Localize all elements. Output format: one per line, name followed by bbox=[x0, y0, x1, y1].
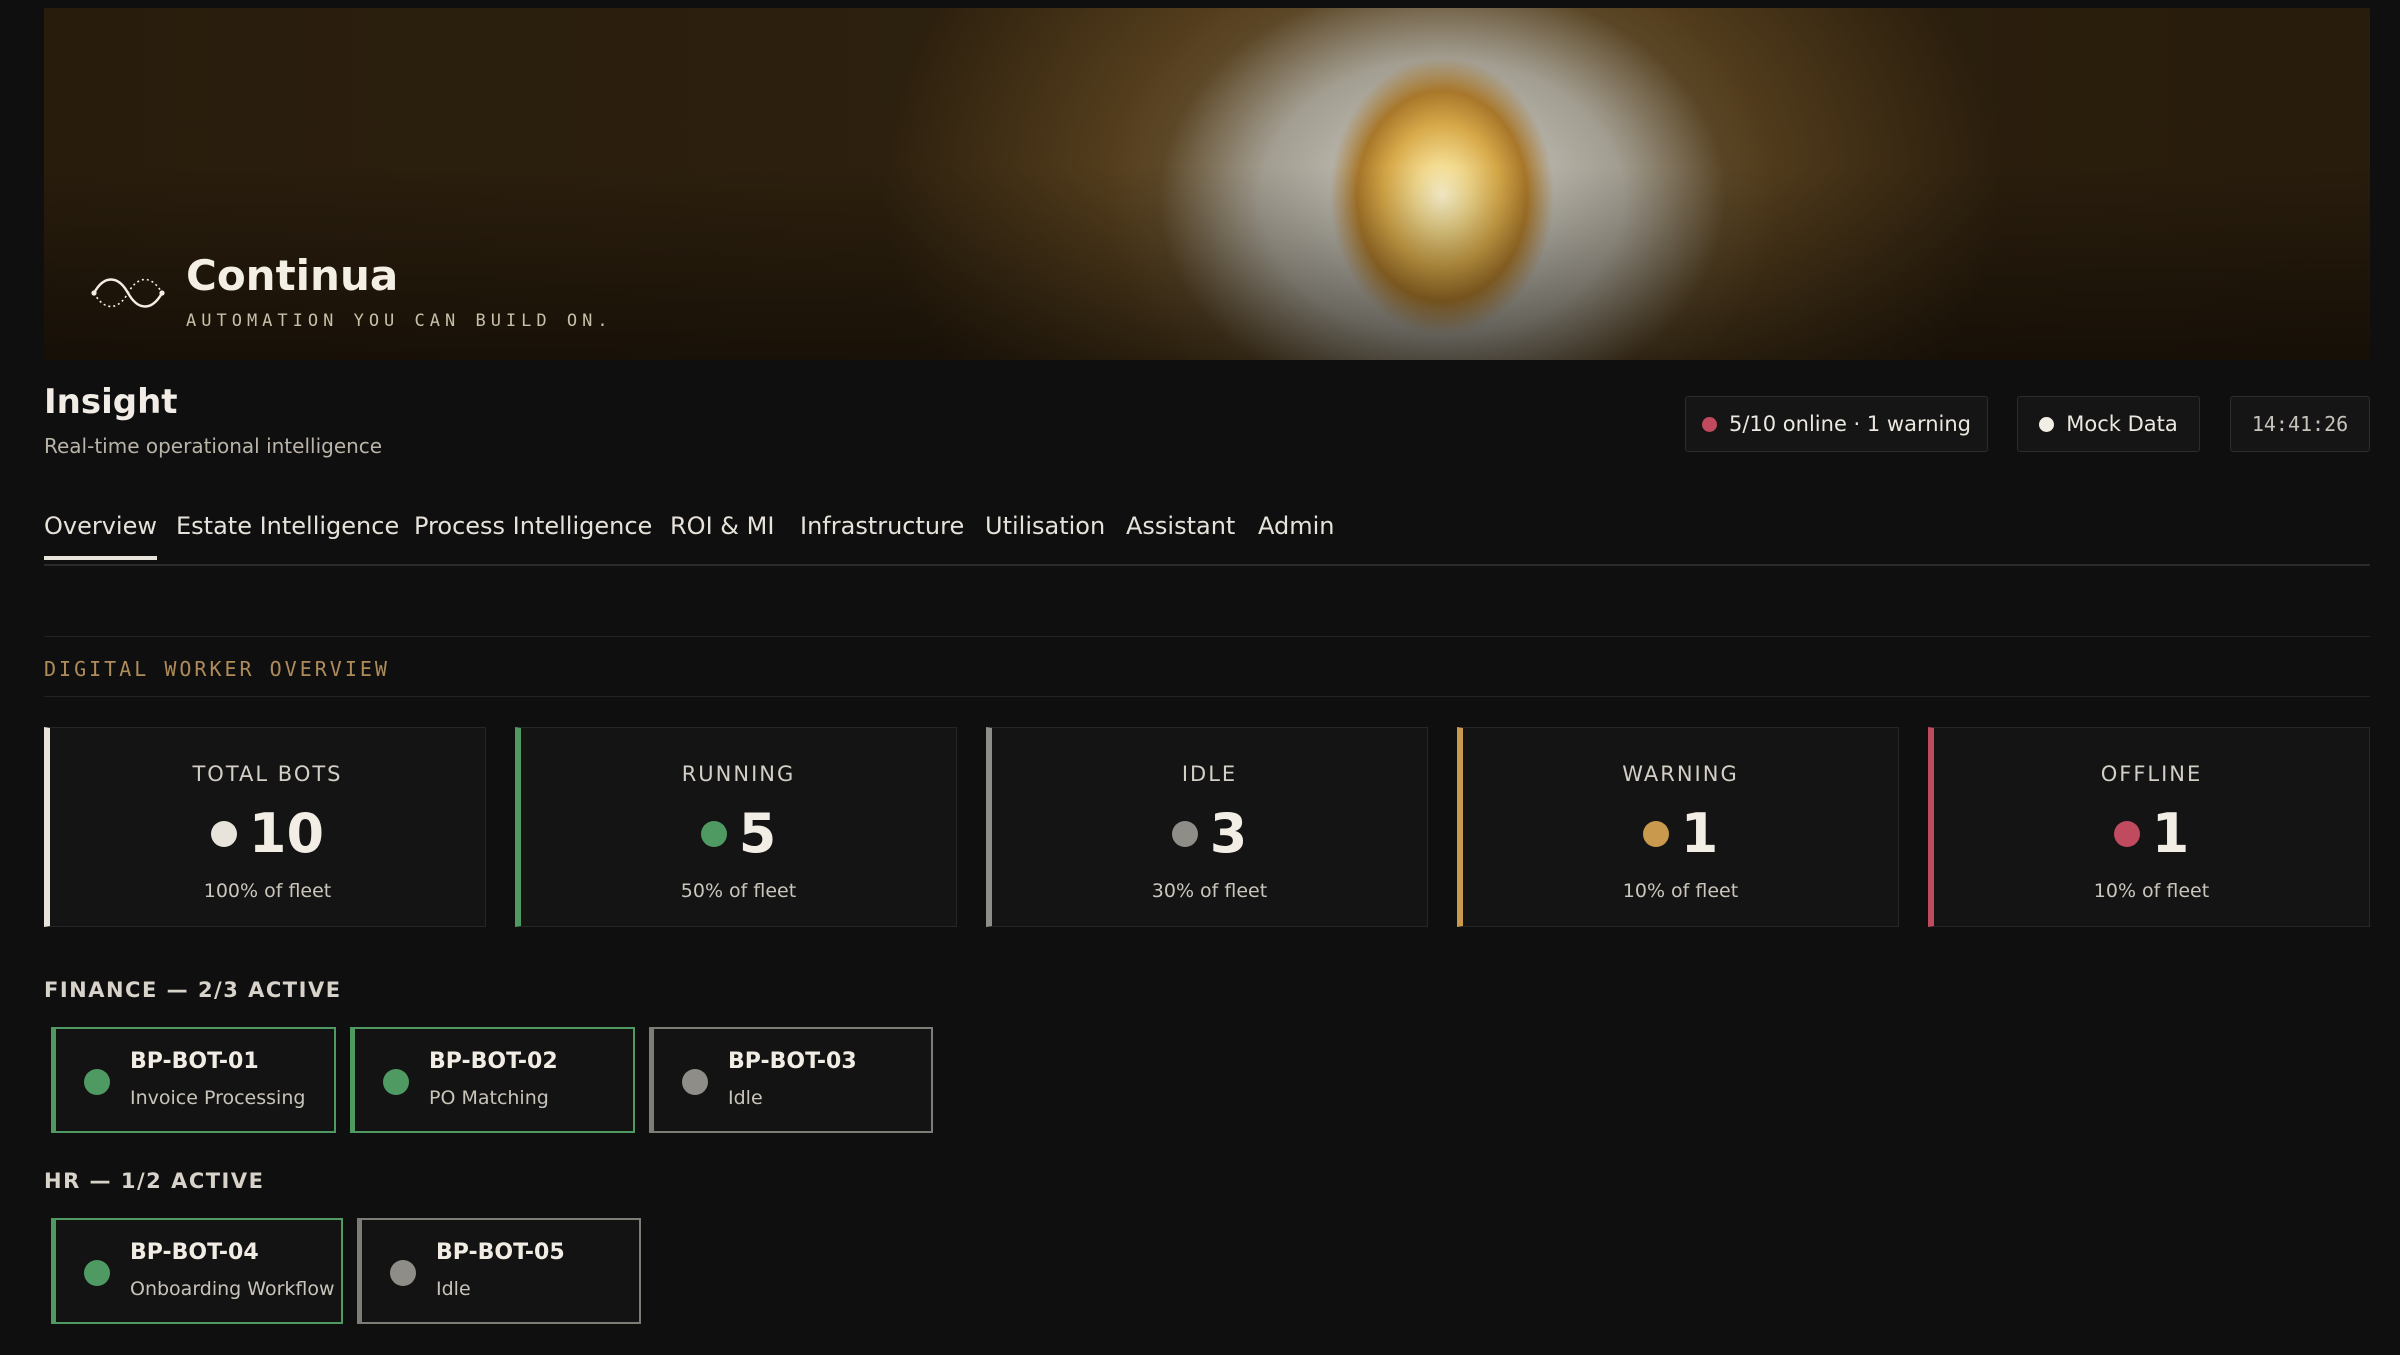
bot-card[interactable]: BP-BOT-02 PO Matching bbox=[350, 1027, 635, 1133]
stat-label: WARNING bbox=[1622, 762, 1739, 786]
tab-utilisation[interactable]: Utilisation bbox=[985, 512, 1105, 556]
bot-task: PO Matching bbox=[429, 1087, 549, 1109]
bot-status-dot-icon bbox=[390, 1260, 416, 1286]
fleet-status-text: 5/10 online · 1 warning bbox=[1728, 412, 1972, 436]
bot-name: BP-BOT-03 bbox=[728, 1049, 857, 1074]
stat-share: 30% of fleet bbox=[1151, 880, 1268, 902]
brand-text: Continua AUTOMATION YOU CAN BUILD ON. bbox=[186, 251, 613, 332]
bot-status-dot-icon bbox=[84, 1069, 110, 1095]
section-divider bbox=[44, 636, 2370, 637]
bot-card[interactable]: BP-BOT-03 Idle bbox=[649, 1027, 933, 1133]
stat-card-warning: WARNING 1 10% of fleet bbox=[1457, 727, 1899, 927]
tab-infrastructure[interactable]: Infrastructure bbox=[800, 512, 964, 556]
stat-value: 3 bbox=[1209, 802, 1248, 865]
tab-estate-intelligence[interactable]: Estate Intelligence bbox=[176, 512, 399, 556]
group-title-finance: FINANCE — 2/3 ACTIVE bbox=[44, 978, 342, 1002]
data-mode-dot-icon bbox=[2039, 416, 2055, 432]
tab-assistant[interactable]: Assistant bbox=[1126, 512, 1235, 556]
bot-card[interactable]: BP-BOT-04 Onboarding Workflow bbox=[51, 1218, 343, 1324]
status-dot-icon bbox=[1642, 821, 1669, 847]
stat-value: 1 bbox=[1680, 802, 1719, 865]
status-dot-icon bbox=[1701, 416, 1717, 432]
status-dot-icon bbox=[2113, 821, 2140, 847]
bot-name: BP-BOT-01 bbox=[130, 1049, 259, 1074]
stat-value: 10 bbox=[248, 802, 325, 865]
brand-tagline: AUTOMATION YOU CAN BUILD ON. bbox=[186, 311, 613, 331]
bot-name: BP-BOT-02 bbox=[429, 1049, 558, 1074]
section-title: DIGITAL WORKER OVERVIEW bbox=[44, 657, 390, 681]
brand-name: Continua bbox=[186, 251, 399, 300]
stat-card-idle: IDLE 3 30% of fleet bbox=[986, 727, 1428, 927]
tab-overview[interactable]: Overview bbox=[44, 512, 157, 560]
tab-admin[interactable]: Admin bbox=[1258, 512, 1335, 556]
bot-task: Idle bbox=[436, 1278, 471, 1300]
brand: Continua AUTOMATION YOU CAN BUILD ON. bbox=[90, 255, 613, 331]
bot-task: Onboarding Workflow bbox=[130, 1278, 335, 1300]
stat-share: 50% of fleet bbox=[680, 880, 797, 902]
stat-value: 1 bbox=[2151, 802, 2190, 865]
stat-label: IDLE bbox=[1181, 762, 1238, 786]
hero-banner: Continua AUTOMATION YOU CAN BUILD ON. bbox=[44, 8, 2370, 360]
stat-label: TOTAL BOTS bbox=[192, 762, 343, 786]
status-dot-icon bbox=[700, 821, 727, 847]
bot-card[interactable]: BP-BOT-05 Idle bbox=[357, 1218, 641, 1324]
page-subtitle: Real-time operational intelligence bbox=[44, 434, 383, 458]
clock-text: 14:41:26 bbox=[2251, 412, 2349, 436]
status-dot-icon bbox=[1171, 821, 1198, 847]
bot-status-dot-icon bbox=[84, 1260, 110, 1286]
stat-label: OFFLINE bbox=[2100, 762, 2203, 786]
main-tabs: Overview Estate Intelligence Process Int… bbox=[44, 504, 2370, 566]
bot-status-dot-icon bbox=[682, 1069, 708, 1095]
tab-process-intelligence[interactable]: Process Intelligence bbox=[414, 512, 652, 556]
bot-status-dot-icon bbox=[383, 1069, 409, 1095]
stat-share: 10% of fleet bbox=[2093, 880, 2210, 902]
bot-name: BP-BOT-04 bbox=[130, 1240, 259, 1265]
stat-card-running: RUNNING 5 50% of fleet bbox=[515, 727, 957, 927]
infinity-wave-icon bbox=[91, 278, 165, 308]
stat-share: 10% of fleet bbox=[1622, 880, 1739, 902]
tab-roi-mi[interactable]: ROI & MI bbox=[670, 512, 774, 556]
stat-card-total-bots: TOTAL BOTS 10 100% of fleet bbox=[44, 727, 486, 927]
stat-label: RUNNING bbox=[681, 762, 796, 786]
clock: 14:41:26 bbox=[2230, 396, 2370, 452]
bot-card[interactable]: BP-BOT-01 Invoice Processing bbox=[51, 1027, 336, 1133]
stat-share: 100% of fleet bbox=[203, 880, 332, 902]
stat-value: 5 bbox=[738, 802, 777, 865]
fleet-status-pill[interactable]: 5/10 online · 1 warning bbox=[1685, 396, 1988, 452]
stat-card-offline: OFFLINE 1 10% of fleet bbox=[1928, 727, 2370, 927]
bot-task: Idle bbox=[728, 1087, 763, 1109]
page-title: Insight bbox=[44, 382, 178, 422]
data-mode-text: Mock Data bbox=[2066, 412, 2178, 436]
bot-name: BP-BOT-05 bbox=[436, 1240, 565, 1265]
status-dot-icon bbox=[210, 821, 237, 847]
data-mode-pill[interactable]: Mock Data bbox=[2017, 396, 2200, 452]
group-title-hr: HR — 1/2 ACTIVE bbox=[44, 1169, 265, 1193]
bot-task: Invoice Processing bbox=[130, 1087, 306, 1109]
section-divider bbox=[44, 696, 2370, 697]
